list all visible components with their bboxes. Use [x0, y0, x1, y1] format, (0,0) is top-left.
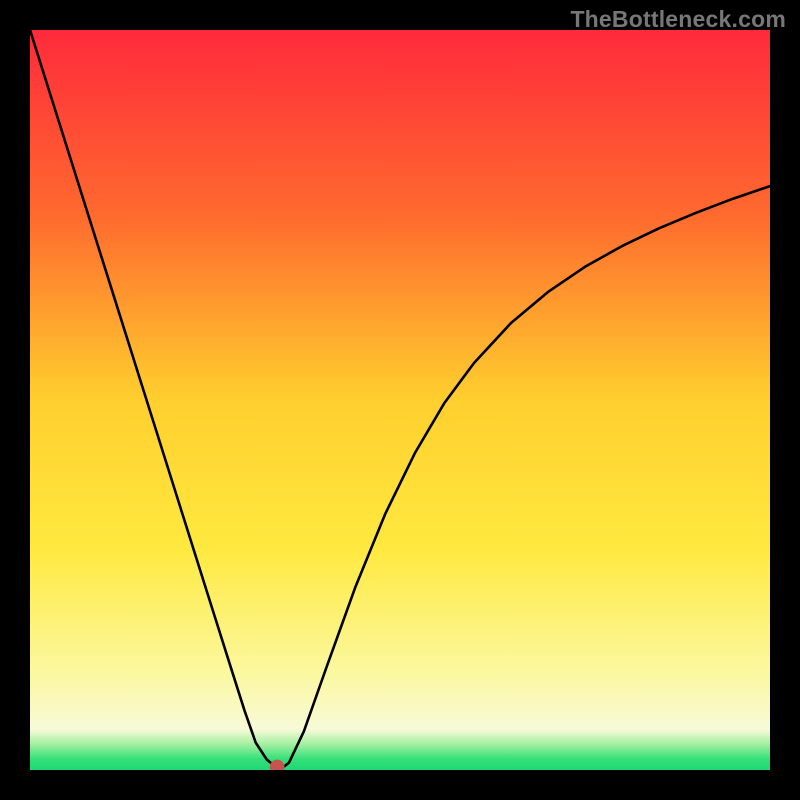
chart-frame: TheBottleneck.com	[0, 0, 800, 800]
gradient-background	[30, 30, 770, 770]
watermark-label: TheBottleneck.com	[570, 6, 786, 33]
chart-svg	[30, 30, 770, 770]
plot-area	[30, 30, 770, 770]
